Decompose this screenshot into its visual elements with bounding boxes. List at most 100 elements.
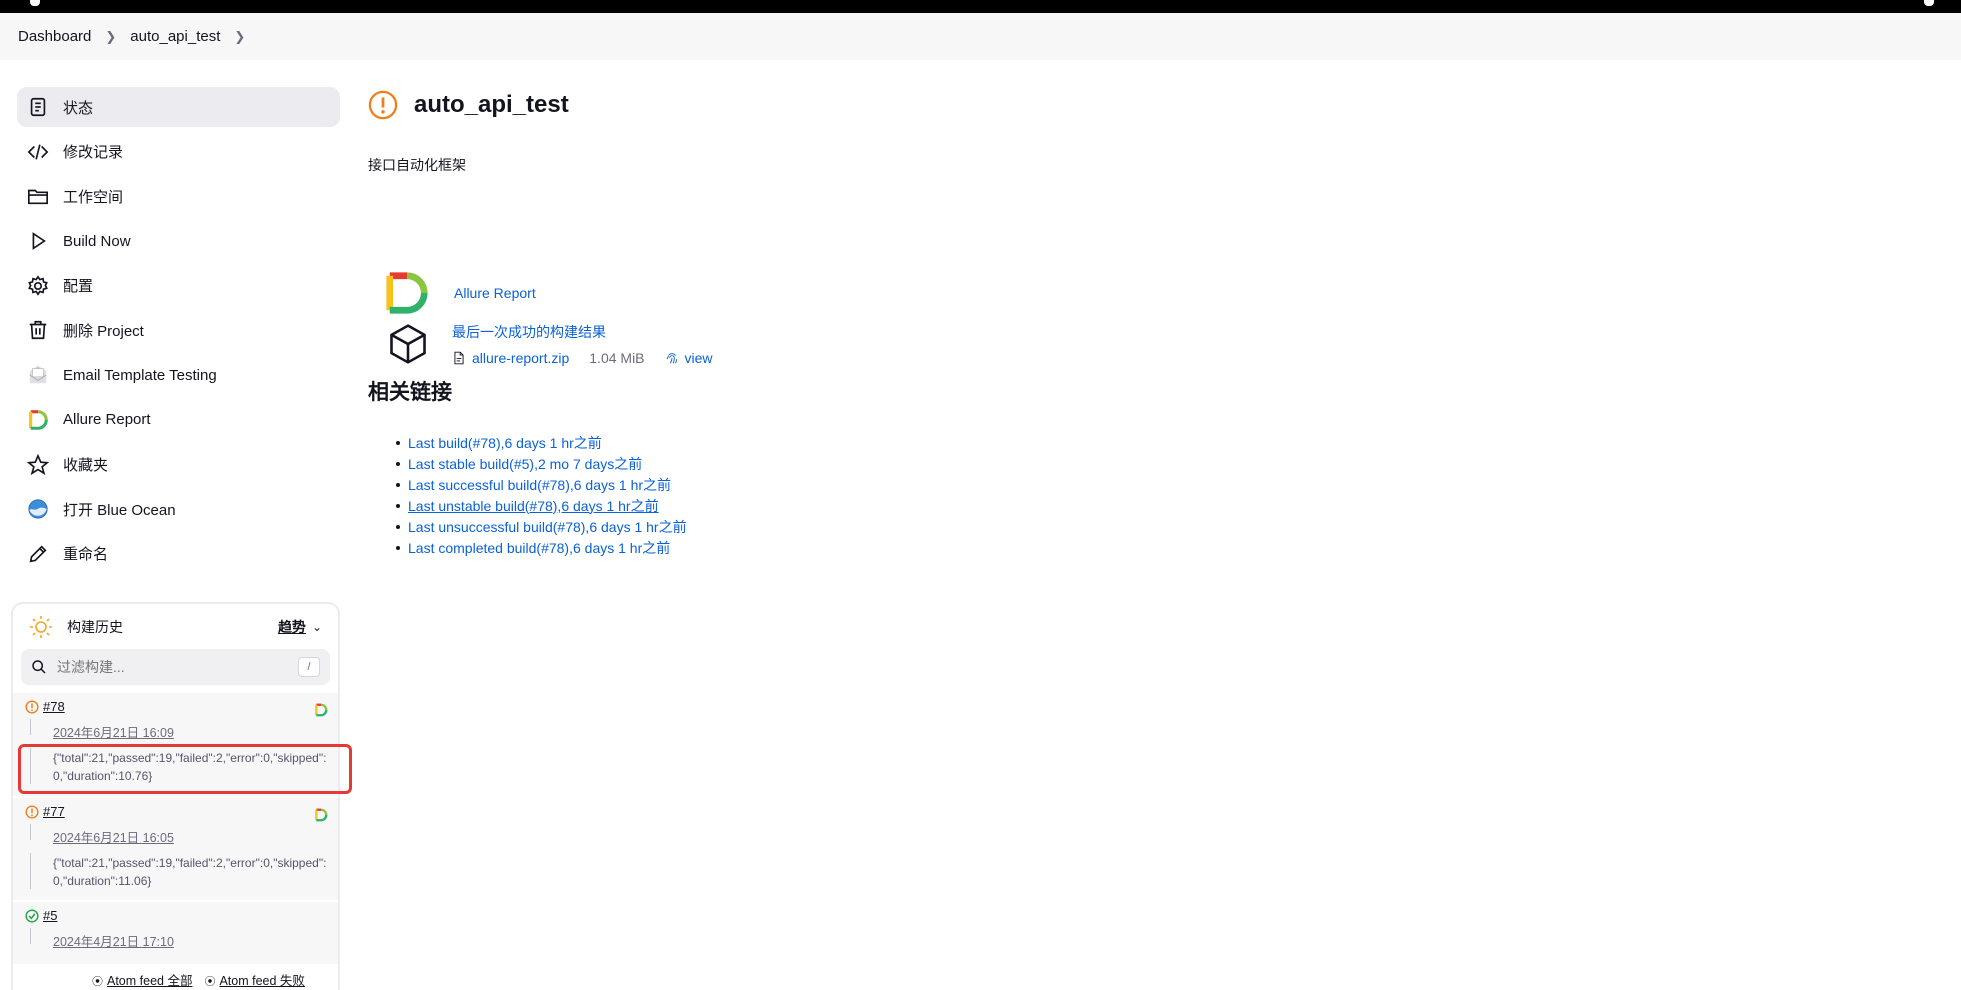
top-bar-notch [1924, 0, 1934, 6]
task-rename[interactable]: 重命名 [17, 534, 340, 574]
artifact-view-link[interactable]: view [685, 350, 713, 366]
timeline-line [30, 928, 31, 944]
permalinks-list: Last build(#78),6 days 1 hr之前 Last stabl… [408, 432, 687, 558]
build-row: #77 2024年6月21日 16:05 {"total":21,"passed… [13, 798, 338, 900]
task-label: 重命名 [63, 546, 109, 564]
allure-icon [27, 409, 49, 431]
rss-icon: ⦿ [92, 976, 103, 988]
allure-report-link[interactable]: Allure Report [454, 285, 536, 301]
chevron-down-icon[interactable]: ⌄ [312, 620, 322, 634]
allure-logo-icon [386, 272, 428, 314]
task-workspace[interactable]: 工作空间 [17, 176, 340, 216]
related-links-heading: 相关链接 [368, 381, 452, 404]
task-changes[interactable]: 修改记录 [17, 132, 340, 172]
last-successful-artifacts: 最后一次成功的构建结果 allure-report.zip 1.04 MiB v… [386, 322, 713, 366]
list-item: Last unsuccessful build(#78),6 days 1 hr… [408, 516, 687, 537]
task-allure-report[interactable]: Allure Report [17, 400, 340, 440]
build-history-header: 构建历史 趋势 ⌄ [13, 604, 338, 649]
permalink[interactable]: Last unstable build(#78),6 days 1 hr之前 [408, 496, 659, 516]
task-delete-project[interactable]: 删除 Project [17, 310, 340, 350]
permalink[interactable]: Last completed build(#78),6 days 1 hr之前 [408, 538, 670, 558]
permalink[interactable]: Last build(#78),6 days 1 hr之前 [408, 433, 602, 453]
task-build-now[interactable]: Build Now [17, 221, 340, 261]
rss-icon: ⦿ [204, 976, 216, 988]
permalink[interactable]: Last successful build(#78),6 days 1 hr之前 [408, 475, 671, 495]
task-email-template[interactable]: Email Template Testing [17, 355, 340, 395]
timeline-line [30, 824, 31, 840]
task-label: 工作空间 [63, 188, 124, 206]
top-bar [0, 0, 1961, 13]
build-row: #5 2024年4月21日 17:10 [13, 902, 338, 964]
task-favorite[interactable]: 收藏夹 [17, 445, 340, 485]
keyboard-shortcut-hint: / [298, 657, 320, 677]
allure-report-action: Allure Report [384, 270, 536, 316]
star-icon [27, 453, 49, 476]
sidebar-tasks: 状态 修改记录 工作空间 Build Now 配置 删除 Project Ema… [17, 87, 340, 579]
unstable-status-icon [25, 804, 39, 819]
build-number-link[interactable]: #77 [43, 804, 65, 819]
package-icon [390, 324, 426, 364]
atom-feed-all-link[interactable]: Atom feed 全部 [107, 974, 192, 988]
pencil-icon [27, 543, 49, 565]
timeline-line [30, 853, 31, 889]
build-description: {"total":21,"passed":19,"failed":2,"erro… [53, 856, 327, 888]
file-icon [454, 351, 464, 365]
blue-ocean-icon [27, 498, 49, 520]
build-number-link[interactable]: #5 [43, 908, 57, 923]
unstable-status-icon [368, 90, 398, 120]
last-successful-artifacts-link[interactable]: 最后一次成功的构建结果 [452, 324, 606, 340]
timeline-line [30, 719, 31, 735]
list-item: Last successful build(#78),6 days 1 hr之前 [408, 474, 687, 495]
build-filter: / [21, 649, 330, 685]
job-description: 接口自动化框架 [368, 157, 466, 173]
build-date-link[interactable]: 2024年4月21日 17:10 [53, 931, 328, 950]
task-label: Allure Report [63, 411, 151, 429]
list-item: Last completed build(#78),6 days 1 hr之前 [408, 537, 687, 558]
unstable-status-icon [25, 699, 39, 714]
task-label: 收藏夹 [63, 457, 109, 474]
gear-icon [27, 275, 49, 297]
highlight-box [18, 744, 352, 794]
fingerprint-icon[interactable] [665, 351, 679, 365]
task-label: Build Now [63, 232, 131, 250]
trend-link[interactable]: 趋势 [278, 617, 306, 637]
task-label: 删除 Project [63, 322, 144, 340]
allure-icon[interactable] [314, 703, 328, 717]
list-item: Last build(#78),6 days 1 hr之前 [408, 432, 687, 453]
allure-icon[interactable] [314, 808, 328, 822]
success-status-icon [25, 908, 39, 923]
code-icon [27, 141, 49, 163]
atom-feeds: ⦿ Atom feed 全部 ⦿ Atom feed 失败 [92, 970, 305, 989]
status-doc-icon [27, 96, 49, 118]
chevron-right-icon[interactable]: ❯ [105, 29, 116, 45]
permalink[interactable]: Last unsuccessful build(#78),6 days 1 hr… [408, 517, 687, 537]
top-bar-notch [30, 0, 40, 6]
main-header: auto_api_test [368, 90, 569, 120]
task-blue-ocean[interactable]: 打开 Blue Ocean [17, 489, 340, 529]
folder-icon [27, 185, 49, 207]
build-history-title: 构建历史 [67, 618, 123, 635]
task-label: 状态 [63, 99, 94, 117]
email-icon [27, 364, 49, 386]
artifact-file-link[interactable]: allure-report.zip [472, 350, 569, 366]
atom-feed-failed-link[interactable]: Atom feed 失败 [219, 974, 304, 988]
build-date-link[interactable]: 2024年6月21日 16:05 [53, 827, 328, 846]
task-label: 配置 [63, 278, 94, 296]
build-date-link[interactable]: 2024年6月21日 16:09 [53, 722, 328, 741]
task-status[interactable]: 状态 [17, 87, 340, 127]
breadcrumb-job[interactable]: auto_api_test [130, 28, 220, 45]
task-label: 修改记录 [63, 144, 124, 162]
task-configure[interactable]: 配置 [17, 266, 340, 306]
search-icon [32, 660, 46, 674]
build-number-link[interactable]: #78 [43, 699, 65, 714]
artifact-size: 1.04 MiB [589, 350, 645, 366]
permalink[interactable]: Last stable build(#5),2 mo 7 days之前 [408, 454, 642, 474]
task-label: 打开 Blue Ocean [63, 501, 176, 519]
chevron-right-icon[interactable]: ❯ [234, 29, 245, 45]
breadcrumb-dashboard[interactable]: Dashboard [18, 28, 91, 45]
sun-icon [30, 615, 52, 638]
list-item: Last unstable build(#78),6 days 1 hr之前 [408, 495, 687, 516]
page-title: auto_api_test [414, 91, 569, 118]
play-icon [27, 230, 49, 252]
build-filter-input[interactable] [57, 659, 298, 675]
